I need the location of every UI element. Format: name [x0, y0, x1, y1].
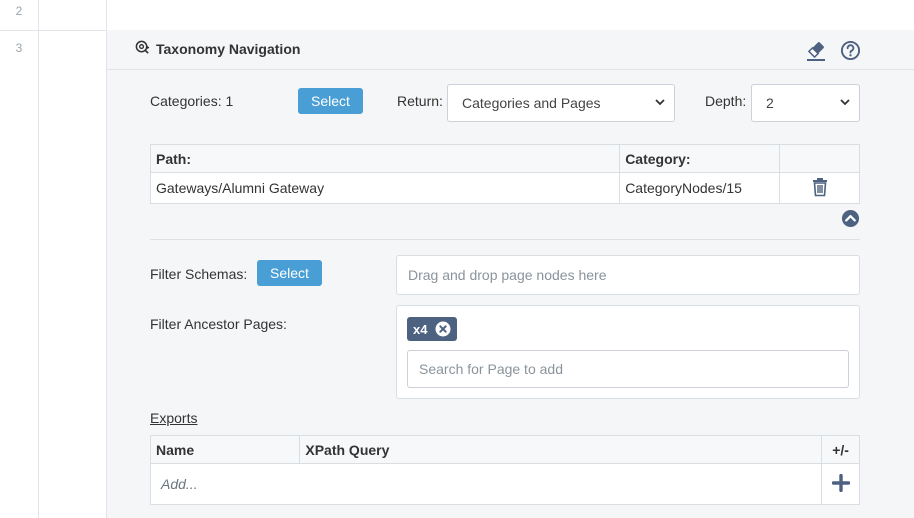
toggle-header: +/-: [821, 435, 860, 464]
collapse-icon[interactable]: [841, 209, 860, 231]
return-select[interactable]: Categories and Pages: [447, 84, 675, 122]
depth-select[interactable]: 2: [751, 84, 860, 122]
exports-link[interactable]: Exports: [150, 410, 197, 426]
category-cell: CategoryNodes/15: [619, 172, 781, 204]
row-number-current: 3: [15, 41, 23, 55]
help-icon[interactable]: [840, 40, 861, 64]
eraser-icon[interactable]: [805, 40, 827, 65]
ancestor-pages-box: x4: [396, 305, 860, 399]
table-row: Gateways/Alumni Gateway CategoryNodes/15: [149, 172, 860, 204]
remove-tag-icon[interactable]: [435, 321, 451, 337]
table-row: Add...: [149, 463, 860, 505]
chevron-down-icon: [654, 95, 666, 111]
return-label: Return:: [397, 93, 443, 109]
page-nodes-dropzone[interactable]: Drag and drop page nodes here: [396, 255, 860, 295]
gutter-divider: [38, 0, 39, 518]
row-number-prev: 2: [15, 4, 23, 18]
actions-header: [779, 144, 860, 173]
depth-label: Depth:: [705, 93, 747, 109]
trash-icon[interactable]: [811, 177, 829, 200]
category-header: Category:: [619, 144, 781, 173]
categories-select-button[interactable]: Select: [298, 88, 363, 114]
add-export-cell[interactable]: Add...: [149, 463, 823, 505]
page-search-input[interactable]: [407, 350, 849, 388]
add-export-placeholder: Add...: [161, 476, 198, 492]
exports-table: Name XPath Query +/- Add...: [149, 435, 860, 505]
chevron-down-icon: [839, 95, 851, 111]
dropzone-text: Drag and drop page nodes here: [408, 267, 607, 283]
delete-cell: [779, 172, 860, 204]
filter-schemas-label: Filter Schemas:: [150, 266, 248, 282]
section-divider: [150, 239, 860, 240]
ancestor-tag-label: x4: [413, 321, 428, 337]
filter-schemas-select-button[interactable]: Select: [257, 260, 322, 286]
xpath-header: XPath Query: [299, 435, 823, 464]
ancestor-tag: x4: [407, 317, 458, 341]
filter-ancestor-label: Filter Ancestor Pages:: [150, 316, 287, 332]
categories-label: Categories: 1: [150, 93, 234, 109]
category-table-header: Path: Category:: [149, 144, 860, 173]
plus-icon[interactable]: [831, 473, 850, 495]
taxonomy-navigation-icon: [135, 40, 150, 58]
module-title-group: Taxonomy Navigation: [135, 40, 300, 58]
exports-table-header: Name XPath Query +/-: [149, 435, 860, 464]
return-select-value: Categories and Pages: [462, 95, 601, 111]
path-cell: Gateways/Alumni Gateway: [149, 172, 621, 204]
name-header: Name: [149, 435, 301, 464]
module-title: Taxonomy Navigation: [156, 41, 301, 57]
category-table: Path: Category: Gateways/Alumni Gateway …: [149, 144, 860, 204]
add-export-cell-action: [821, 463, 860, 505]
depth-select-value: 2: [766, 95, 774, 111]
path-header: Path:: [149, 144, 621, 173]
